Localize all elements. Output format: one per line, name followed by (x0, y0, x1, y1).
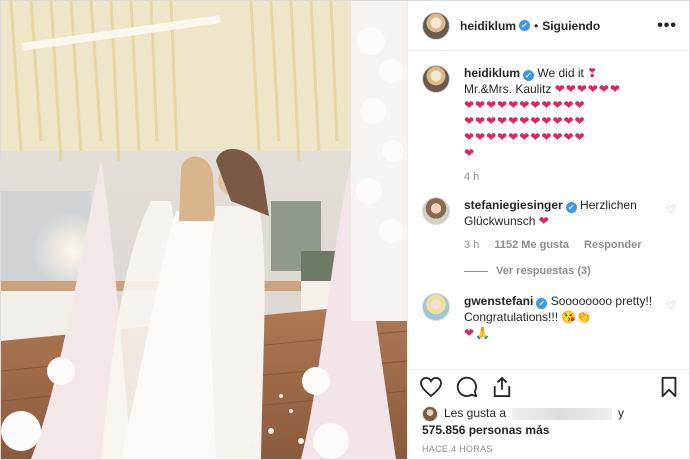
verified-badge-icon: ✓ (523, 70, 535, 81)
verified-badge-icon: ✓ (565, 202, 577, 213)
caption-hearts-row: ❤❤❤❤❤❤❤❤❤❤❤ (464, 98, 586, 112)
caption-hearts: ❤❤❤❤❤❤ (554, 82, 622, 96)
likes-summary: Les gusta a y 575.856 personas más (422, 405, 682, 439)
caption-username[interactable]: heidiklum (464, 66, 520, 80)
caption-line1-emoji: ❣ (587, 66, 599, 80)
post-header: heidiklum ✓ • Siguiendo ••• (408, 1, 689, 51)
header-username[interactable]: heidiklum (460, 19, 516, 33)
caption-hearts-row: ❤❤❤❤❤❤❤❤❤❤❤ (464, 130, 586, 144)
heart-outline-icon[interactable] (420, 376, 442, 400)
comment-emoji: 😘👏 (561, 310, 592, 324)
comment-time[interactable]: 3 h (464, 239, 479, 251)
separator: • (534, 18, 539, 33)
reply-button[interactable]: Responder (584, 239, 641, 251)
comment-username[interactable]: gwenstefani (464, 294, 533, 308)
caption-time[interactable]: 4 h (464, 171, 479, 183)
avatar[interactable] (422, 293, 450, 321)
caption-hearts-row: ❤❤❤❤❤❤❤❤❤❤❤ (464, 114, 586, 128)
comment-emoji: ❤🙏 (464, 326, 491, 340)
divider (464, 270, 488, 272)
comment-like-heart-icon[interactable]: ♡ (666, 299, 676, 312)
view-replies-label: Ver respuestas (3) (496, 265, 591, 277)
comment-emoji: ❤ (538, 214, 550, 228)
avatar[interactable] (422, 11, 450, 40)
post-timestamp: HACE 4 HORAS (422, 444, 493, 454)
caption-hearts-row: ❤ (464, 146, 476, 160)
post-side-panel: heidiklum ✓ • Siguiendo ••• heidiklum ✓ W… (407, 1, 690, 459)
comment-icon[interactable] (456, 376, 478, 401)
action-bar (408, 369, 690, 407)
following-button[interactable]: Siguiendo (542, 19, 600, 33)
wedding-photo-illustration (1, 1, 407, 459)
blurred-username (512, 407, 613, 420)
bookmark-icon[interactable] (660, 376, 678, 401)
comments-section: heidiklum ✓ We did it ❣ Mr.&Mrs. Kaulitz … (408, 51, 690, 369)
avatar[interactable] (422, 65, 450, 93)
comment-likes[interactable]: 1152 Me gusta (494, 239, 569, 251)
instagram-post: heidiklum ✓ • Siguiendo ••• heidiklum ✓ W… (0, 0, 690, 460)
likes-prefix: Les gusta a (444, 406, 507, 420)
verified-badge-icon: ✓ (519, 20, 531, 31)
comment-username[interactable]: stefaniegiesinger (464, 198, 563, 212)
likes-conj: y (618, 406, 625, 420)
caption-line1: We did it (537, 66, 584, 80)
verified-badge-icon: ✓ (536, 298, 548, 309)
avatar[interactable] (422, 405, 438, 422)
caption-line2: Mr.&Mrs. Kaulitz (464, 82, 552, 96)
caption: heidiklum ✓ We did it ❣ Mr.&Mrs. Kaulitz … (422, 65, 676, 185)
avatar[interactable] (422, 197, 450, 225)
view-replies-button[interactable]: Ver respuestas (3) (464, 263, 656, 279)
comment: gwenstefani ✓ Soooooooo pretty!! Congratu… (422, 293, 676, 341)
share-icon[interactable] (492, 376, 512, 401)
comment: stefaniegiesinger ✓ Herzlichen Glückwunsc… (422, 197, 676, 279)
post-photo[interactable] (1, 1, 407, 459)
comment-like-heart-icon[interactable]: ♡ (666, 203, 676, 216)
likes-count[interactable]: 575.856 personas más (422, 422, 682, 439)
ellipsis-icon[interactable]: ••• (657, 17, 677, 35)
